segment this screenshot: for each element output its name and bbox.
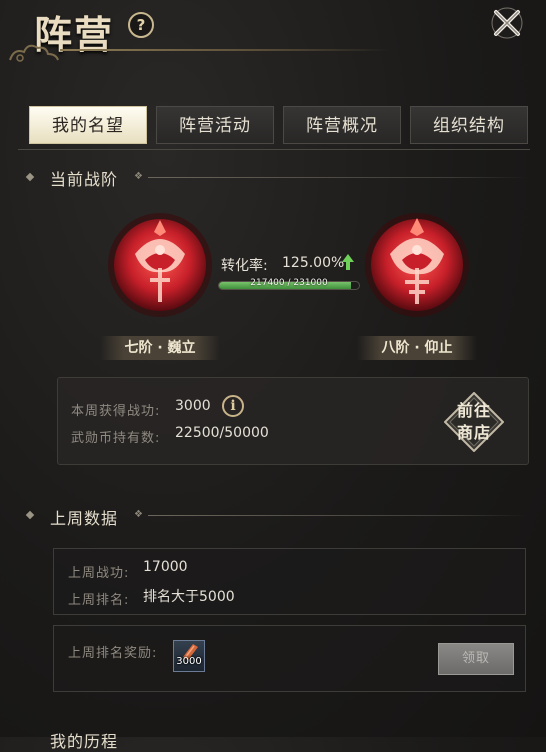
cloud-ornament-icon: [9, 44, 59, 62]
tab-faction-overview[interactable]: 阵营概况: [283, 106, 401, 144]
section-title-last-week: 上周数据: [50, 509, 119, 528]
next-rank-emblem-icon: [365, 213, 469, 317]
last-week-reward-label: 上周排名奖励:: [68, 646, 158, 661]
goto-shop-label[interactable]: 前往 商店: [448, 400, 500, 444]
weekly-merit-value: 3000: [175, 398, 211, 414]
section-dots-icon: ❖: [134, 509, 143, 520]
rank-progress-text: 217400 / 231000: [250, 278, 328, 288]
conversion-label: 转化率:: [221, 258, 268, 274]
current-rank-name: 七阶 · 巍立: [100, 336, 220, 360]
section-divider: [148, 515, 528, 516]
reward-item-count: 3000: [176, 656, 202, 667]
goto-shop-label-line1: 前往: [456, 401, 491, 420]
goto-shop-label-line2: 商店: [456, 423, 491, 442]
help-icon[interactable]: ?: [128, 12, 154, 38]
coin-value: 22500/50000: [175, 425, 269, 441]
info-icon[interactable]: i: [222, 395, 244, 417]
close-icon[interactable]: [490, 6, 524, 40]
tabs-divider: [18, 149, 530, 150]
tab-organization[interactable]: 组织结构: [410, 106, 528, 144]
last-week-rank-label: 上周排名:: [68, 593, 130, 608]
section-diamond-icon: [25, 510, 35, 520]
tab-faction-activities[interactable]: 阵营活动: [156, 106, 274, 144]
section-diamond-icon: [25, 172, 35, 182]
next-rank-name: 八阶 · 仰止: [357, 336, 477, 360]
last-week-merit-label: 上周战功:: [68, 566, 130, 581]
up-arrow-icon: [342, 254, 354, 270]
weekly-merit-label: 本周获得战功:: [71, 404, 161, 419]
section-dots-icon: ❖: [134, 171, 143, 182]
coin-label: 武勋币持有数:: [71, 431, 161, 446]
section-title-current-rank: 当前战阶: [50, 170, 119, 189]
last-week-rank-value: 排名大于5000: [143, 589, 235, 605]
tab-my-reputation[interactable]: 我的名望: [29, 106, 147, 144]
last-week-merit-value: 17000: [143, 559, 188, 575]
header-divider: [60, 49, 390, 51]
conversion-value: 125.00%: [282, 255, 345, 271]
section-divider: [148, 177, 528, 178]
current-rank-emblem-icon: [108, 213, 212, 317]
next-section-title-partial: 我的历程: [50, 732, 119, 751]
claim-reward-button[interactable]: 领取: [438, 643, 514, 675]
